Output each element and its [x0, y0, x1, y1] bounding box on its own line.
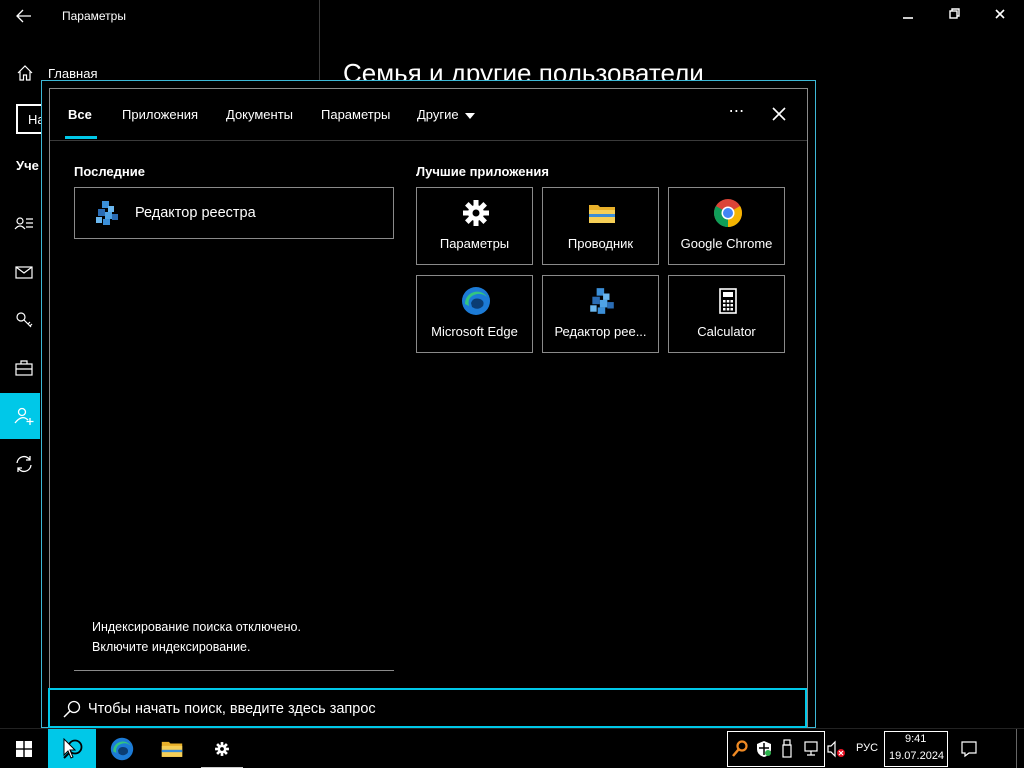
calculator-icon [719, 288, 737, 314]
add-user-icon [14, 407, 34, 425]
chrome-icon [714, 199, 742, 227]
app-tile-settings[interactable]: Параметры [416, 187, 533, 265]
app-tile-label: Параметры [439, 236, 510, 251]
top-apps-section-title: Лучшие приложения [416, 164, 549, 179]
tab-apps[interactable]: Приложения [122, 107, 198, 122]
app-tile-chrome[interactable]: Google Chrome [668, 187, 785, 265]
gear-icon [463, 200, 489, 226]
file-explorer-icon [589, 205, 615, 223]
magnifier-tray-icon[interactable] [732, 740, 748, 758]
tab-settings[interactable]: Параметры [321, 107, 390, 122]
taskbar-settings[interactable] [198, 729, 246, 768]
clock-time: 9:41 [905, 733, 927, 745]
app-tile-label: Calculator [697, 324, 756, 339]
close-window-button[interactable] [980, 5, 1020, 27]
settings-section-title: Уче [16, 158, 39, 173]
key-icon[interactable] [14, 310, 34, 330]
mouse-cursor-icon [63, 738, 77, 759]
language-indicator[interactable]: РУС [856, 742, 878, 754]
divider [74, 670, 394, 671]
search-tabs: Все Приложения Документы Параметры Други… [50, 89, 807, 141]
sync-icon[interactable] [14, 454, 34, 474]
tab-other-label: Другие [417, 107, 459, 122]
app-tile-label: Microsoft Edge [431, 324, 518, 339]
app-tile-regedit[interactable]: Редактор рее... [542, 275, 659, 353]
tab-all[interactable]: Все [68, 107, 92, 122]
usb-device-icon[interactable] [780, 739, 794, 759]
recent-item-label: Редактор реестра [135, 205, 256, 221]
search-box[interactable]: Чтобы начать поиск, введите здесь запрос [48, 688, 807, 728]
account-info-icon[interactable] [14, 214, 34, 234]
file-explorer-icon [161, 741, 183, 757]
app-tile-label: Редактор рее... [554, 324, 647, 339]
home-link[interactable]: Главная [48, 66, 97, 81]
more-options-button[interactable]: ⋯ [722, 99, 752, 129]
home-icon[interactable] [16, 64, 34, 82]
taskbar: РУС 9:41 19.07.2024 [0, 728, 1024, 768]
notifications-icon[interactable] [960, 740, 978, 758]
clock-date: 19.07.2024 [889, 750, 945, 762]
back-arrow-icon[interactable] [10, 6, 38, 28]
app-tile-calculator[interactable]: Calculator [668, 275, 785, 353]
edge-icon [110, 737, 134, 761]
search-input[interactable]: Чтобы начать поиск, введите здесь запрос [88, 701, 376, 717]
settings-titlebar: Параметры [0, 0, 1024, 32]
windows-logo-icon [16, 741, 32, 757]
app-tile-explorer[interactable]: Проводник [542, 187, 659, 265]
start-button[interactable] [0, 729, 48, 768]
defender-shield-icon[interactable] [756, 740, 772, 758]
app-tile-label: Google Chrome [680, 236, 773, 251]
recent-item[interactable]: Редактор реестра [74, 187, 394, 239]
tab-other[interactable]: Другие [417, 107, 475, 122]
registry-editor-icon [96, 201, 118, 225]
settings-title: Параметры [62, 9, 126, 23]
taskbar-edge[interactable] [98, 729, 146, 768]
sidebar-item-family-active[interactable] [0, 393, 40, 439]
chevron-down-icon [464, 112, 475, 119]
indexing-disabled-text: Индексирование поиска отключено. [92, 620, 301, 634]
show-desktop-button[interactable] [1016, 729, 1017, 768]
gear-icon [215, 742, 229, 756]
edge-icon [462, 287, 490, 315]
tab-documents[interactable]: Документы [226, 107, 293, 122]
network-icon[interactable] [803, 740, 821, 758]
close-icon [772, 107, 786, 121]
search-icon [63, 700, 81, 718]
restore-button[interactable] [935, 5, 975, 27]
app-tile-edge[interactable]: Microsoft Edge [416, 275, 533, 353]
recent-section-title: Последние [74, 164, 145, 179]
close-search-button[interactable] [764, 99, 794, 129]
registry-editor-icon [590, 288, 614, 314]
app-tile-label: Проводник [567, 236, 634, 251]
taskbar-explorer[interactable] [148, 729, 196, 768]
enable-indexing-link[interactable]: Включите индексирование. [92, 640, 250, 654]
volume-muted-icon[interactable] [826, 740, 846, 758]
briefcase-icon[interactable] [14, 358, 34, 378]
active-tab-indicator [65, 136, 97, 139]
minimize-button[interactable] [888, 5, 928, 27]
search-results-area: Все Приложения Документы Параметры Други… [49, 88, 808, 738]
mail-icon[interactable] [14, 262, 34, 282]
search-panel: Все Приложения Документы Параметры Други… [41, 80, 816, 738]
